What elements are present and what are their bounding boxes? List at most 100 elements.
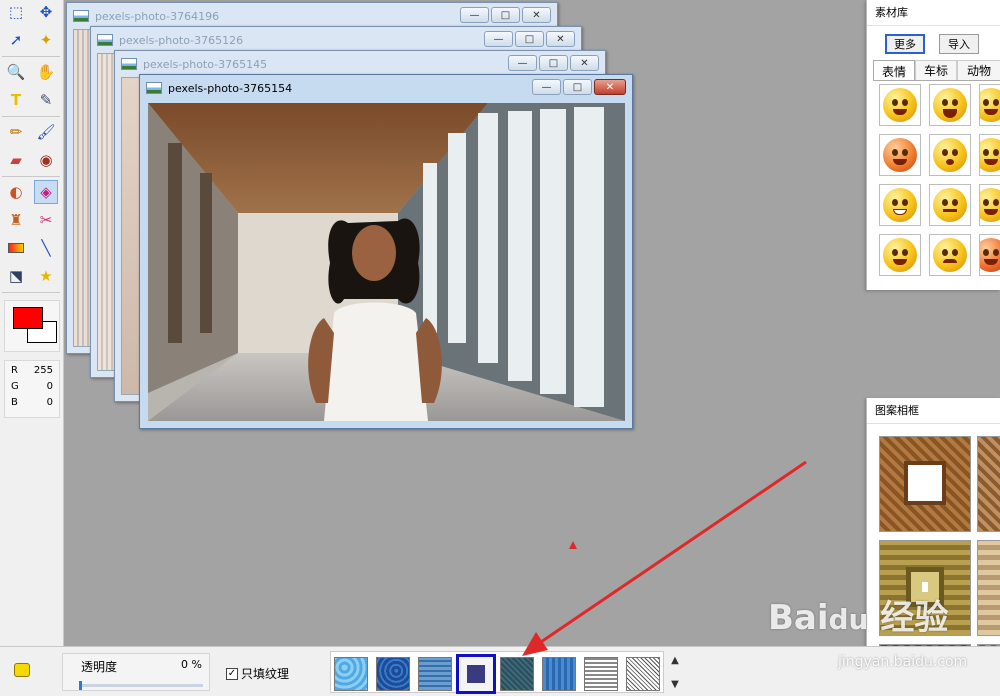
maximize-button[interactable]: □ (491, 7, 520, 23)
smiley-icon (980, 88, 1000, 122)
zoom-icon[interactable]: 🔍 (4, 60, 28, 84)
color-swatches (4, 300, 60, 352)
gradient-icon[interactable] (4, 236, 28, 260)
close-button[interactable]: ✕ (570, 55, 599, 71)
cool-face-icon (980, 188, 1000, 222)
toolbar-divider (2, 116, 60, 117)
window-title: pexels-photo-3765154 (168, 81, 293, 95)
minimize-button[interactable]: — (532, 79, 561, 95)
hand-icon[interactable]: ✋ (34, 60, 58, 84)
emoji-item[interactable] (979, 234, 1000, 276)
texture-swatch[interactable] (418, 657, 452, 691)
shout-face-icon (933, 88, 967, 122)
import-button[interactable]: 导入 (939, 34, 979, 54)
tears-face-icon (883, 238, 917, 272)
line-icon[interactable]: ╲ (34, 236, 58, 260)
opacity-value: 0 % (181, 658, 202, 671)
texture-swatch[interactable] (376, 657, 410, 691)
angry-face-icon (883, 138, 917, 172)
texture-swatch[interactable] (626, 657, 660, 691)
emoji-item[interactable] (979, 84, 1000, 126)
opacity-label: 透明度 (81, 660, 118, 674)
maximize-button[interactable]: □ (563, 79, 592, 95)
upset-face-icon (980, 238, 1000, 272)
document-window-3765154[interactable]: pexels-photo-3765154 — □ ✕ (139, 74, 633, 429)
close-button[interactable]: ✕ (594, 79, 626, 95)
texture-swatch[interactable] (334, 657, 368, 691)
panel-title: 素材库 (867, 0, 1000, 26)
rgb-label: R (11, 365, 18, 376)
emoji-item[interactable] (979, 134, 1000, 176)
scroll-up-icon[interactable]: ▲ (668, 651, 682, 669)
watermark-logo: Baidu 经验 (768, 598, 949, 638)
frame-item[interactable] (977, 540, 1000, 636)
scroll-down-icon[interactable]: ▼ (668, 675, 682, 693)
maximize-button[interactable]: □ (539, 55, 568, 71)
clone-stamp-icon[interactable]: ♜ (4, 208, 28, 232)
minimize-button[interactable]: — (460, 7, 489, 23)
emoji-item[interactable] (929, 234, 971, 276)
heal-icon[interactable]: ✂ (34, 208, 58, 232)
close-button[interactable]: ✕ (546, 31, 575, 47)
rect-select-icon[interactable]: ⬚ (4, 0, 28, 24)
image-file-icon (97, 34, 113, 46)
fill-bucket-icon[interactable]: ◈ (34, 180, 58, 204)
eraser-icon[interactable]: ▰ (4, 148, 28, 172)
material-library-panel: 素材库 更多 导入 表情 车标 动物 (866, 0, 1000, 290)
texture-swatch-selected[interactable] (456, 654, 496, 694)
magic-wand-icon[interactable]: ✦ (34, 28, 58, 52)
tools-panel: ⬚ ✥ ➚ ✦ 🔍 ✋ T ✎ ✏ 🖌 ▰ ◉ ◐ ◈ ♜ ✂ ╲ ⬔ ★ R 2… (0, 0, 64, 646)
rgb-label: G (11, 381, 19, 392)
frame-item[interactable] (879, 436, 971, 532)
frame-opening (904, 461, 946, 505)
watermark-url: jingyan.baidu.com (838, 654, 968, 670)
opacity-slider[interactable] (79, 681, 203, 690)
photo-canvas[interactable] (148, 103, 625, 421)
color-replace-icon[interactable]: ◐ (4, 180, 28, 204)
checkbox-box[interactable]: ✓ (226, 667, 238, 680)
texture-swatch[interactable] (500, 657, 534, 691)
rgb-value: 255 (33, 365, 53, 376)
texture-swatch[interactable] (542, 657, 576, 691)
maximize-button[interactable]: □ (515, 31, 544, 47)
dizzy-face-icon (933, 138, 967, 172)
eyedropper-icon[interactable]: ✎ (34, 88, 58, 112)
frame-item[interactable] (977, 436, 1000, 532)
emoji-item[interactable] (879, 134, 921, 176)
more-button[interactable]: 更多 (885, 34, 925, 54)
emoji-item[interactable] (879, 184, 921, 226)
emoji-item[interactable] (929, 184, 971, 226)
transform-icon[interactable]: ⬔ (4, 264, 28, 288)
window-title: pexels-photo-3765145 (143, 57, 268, 71)
text-icon[interactable]: T (4, 88, 28, 112)
toolbar-divider (2, 292, 60, 293)
emoji-item[interactable] (879, 84, 921, 126)
tab-animals[interactable]: 动物 (957, 60, 1000, 80)
tab-divider (873, 80, 1000, 81)
tab-car-logos[interactable]: 车标 (915, 60, 957, 80)
emoji-item[interactable] (979, 184, 1000, 226)
minimize-button[interactable]: — (508, 55, 537, 71)
emoji-item[interactable] (879, 234, 921, 276)
close-button[interactable]: ✕ (522, 7, 551, 23)
texture-only-checkbox[interactable]: ✓ 只填纹理 (226, 665, 289, 682)
texture-swatch[interactable] (584, 657, 618, 691)
shape-star-icon[interactable]: ★ (34, 264, 58, 288)
opacity-slider-thumb[interactable] (79, 681, 82, 690)
lasso-select-icon[interactable]: ➚ (4, 28, 28, 52)
emoji-item[interactable] (929, 134, 971, 176)
move-icon[interactable]: ✥ (34, 0, 58, 24)
brush-icon[interactable]: 🖌 (34, 120, 58, 144)
grin-face-icon (883, 188, 917, 222)
comment-icon[interactable] (14, 663, 30, 677)
tab-emoji[interactable]: 表情 (873, 60, 915, 81)
texture-strip (330, 651, 664, 694)
rgb-value: 0 (46, 397, 53, 408)
emoji-item[interactable] (929, 84, 971, 126)
pencil-icon[interactable]: ✏ (4, 120, 28, 144)
minimize-button[interactable]: — (484, 31, 513, 47)
foreground-color-swatch[interactable] (13, 307, 43, 329)
smiley-icon (883, 88, 917, 122)
window-title: pexels-photo-3764196 (95, 9, 220, 23)
red-eye-icon[interactable]: ◉ (34, 148, 58, 172)
